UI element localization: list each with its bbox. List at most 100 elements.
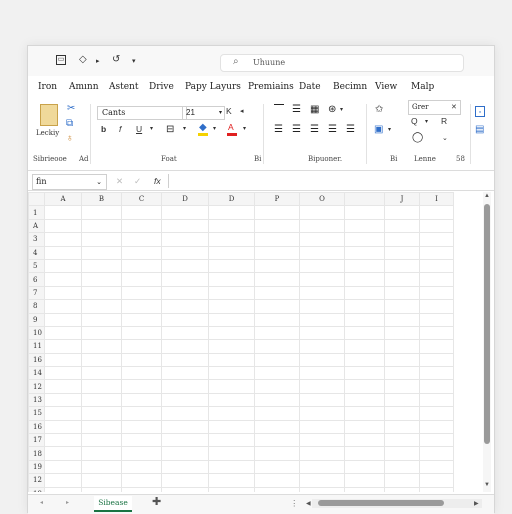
cell[interactable] xyxy=(344,392,385,408)
cell[interactable] xyxy=(299,366,345,381)
cell[interactable] xyxy=(121,232,162,247)
cell[interactable] xyxy=(419,459,454,475)
cell[interactable] xyxy=(384,272,420,287)
cell[interactable] xyxy=(121,446,162,461)
cell[interactable] xyxy=(161,245,209,260)
cell[interactable] xyxy=(299,245,345,260)
cell[interactable] xyxy=(384,232,420,247)
enter-icon[interactable]: ✓ xyxy=(134,176,141,187)
cell[interactable] xyxy=(254,433,300,448)
cell[interactable] xyxy=(299,446,345,461)
cell[interactable] xyxy=(81,312,122,327)
cell[interactable] xyxy=(419,446,454,461)
tab-insert[interactable]: Amınn xyxy=(69,82,99,92)
row-header[interactable]: 12 xyxy=(28,473,45,488)
cell[interactable] xyxy=(299,218,345,234)
cell[interactable] xyxy=(208,446,255,461)
cell[interactable] xyxy=(161,312,209,327)
bold-button[interactable]: b xyxy=(101,124,106,135)
cell[interactable] xyxy=(419,299,454,314)
cell[interactable] xyxy=(161,366,209,381)
font-size-select[interactable]: 21 ▾ xyxy=(182,106,225,120)
scroll-left-icon[interactable]: ◀ xyxy=(306,500,311,507)
cell[interactable] xyxy=(81,379,122,394)
cell[interactable] xyxy=(44,433,82,448)
cell[interactable] xyxy=(254,352,300,368)
sheet-tab-active[interactable]: Sibease xyxy=(94,496,132,512)
row-header[interactable]: 16 xyxy=(28,419,45,435)
cell[interactable] xyxy=(44,312,82,327)
cell[interactable] xyxy=(344,205,385,220)
cell[interactable] xyxy=(419,205,454,220)
paste-icon[interactable] xyxy=(40,104,58,126)
horizontal-scroll-thumb[interactable] xyxy=(318,500,444,506)
cell[interactable] xyxy=(161,325,209,341)
cell[interactable] xyxy=(254,258,300,274)
cell[interactable] xyxy=(299,285,345,301)
cell[interactable] xyxy=(44,379,82,394)
cell[interactable] xyxy=(81,446,122,461)
scroll-down-icon[interactable]: ▼ xyxy=(484,482,490,488)
cell[interactable] xyxy=(254,406,300,421)
cell[interactable] xyxy=(81,406,122,421)
cell[interactable] xyxy=(121,339,162,354)
vertical-scroll-thumb[interactable] xyxy=(484,204,490,444)
cell[interactable] xyxy=(254,446,300,461)
cell[interactable] xyxy=(344,218,385,234)
cell[interactable] xyxy=(344,433,385,448)
cell[interactable] xyxy=(344,419,385,435)
cell[interactable] xyxy=(121,486,162,492)
cell[interactable] xyxy=(161,218,209,234)
cell[interactable] xyxy=(44,459,82,475)
chevron-down-icon[interactable]: ▾ xyxy=(213,124,216,135)
search-box[interactable]: ⌕ Uhuune xyxy=(220,54,464,72)
cell[interactable] xyxy=(419,379,454,394)
cell[interactable] xyxy=(254,299,300,314)
cell[interactable] xyxy=(121,218,162,234)
cell[interactable] xyxy=(344,232,385,247)
cell[interactable] xyxy=(254,473,300,488)
add-sheet-icon[interactable]: ✚ xyxy=(152,497,161,508)
cell[interactable] xyxy=(44,419,82,435)
cell[interactable] xyxy=(254,312,300,327)
column-header[interactable]: A xyxy=(44,192,82,207)
cell[interactable] xyxy=(44,473,82,488)
more-options-icon[interactable]: ⋮ xyxy=(290,498,299,509)
cell[interactable] xyxy=(44,299,82,314)
cell[interactable] xyxy=(384,339,420,354)
cell[interactable] xyxy=(384,446,420,461)
cell[interactable] xyxy=(254,245,300,260)
row-header[interactable]: A xyxy=(28,218,45,234)
cell[interactable] xyxy=(161,258,209,274)
cell[interactable] xyxy=(419,352,454,368)
cell[interactable] xyxy=(384,366,420,381)
cell[interactable] xyxy=(254,272,300,287)
cell[interactable] xyxy=(384,486,420,492)
chevron-down-icon[interactable]: ▾ xyxy=(243,124,246,135)
cell[interactable] xyxy=(81,272,122,287)
cell[interactable] xyxy=(254,419,300,435)
cut-icon[interactable]: ✂ xyxy=(67,103,75,114)
cell[interactable] xyxy=(208,272,255,287)
cell[interactable] xyxy=(384,312,420,327)
cell[interactable] xyxy=(161,379,209,394)
tab-home[interactable]: Iron xyxy=(38,82,57,92)
cell[interactable] xyxy=(81,459,122,475)
cell[interactable] xyxy=(208,325,255,341)
touch-mode-icon[interactable]: ◇ xyxy=(79,54,87,66)
cell[interactable] xyxy=(81,473,122,488)
paste-label[interactable]: Leckiy xyxy=(36,128,59,139)
format-painter-icon[interactable]: ♁ xyxy=(66,133,74,144)
cell[interactable] xyxy=(81,245,122,260)
cell[interactable] xyxy=(384,352,420,368)
cell[interactable] xyxy=(419,285,454,301)
cell[interactable] xyxy=(161,392,209,408)
row-header[interactable]: 18 xyxy=(28,446,45,461)
cell[interactable] xyxy=(44,366,82,381)
cell[interactable] xyxy=(121,392,162,408)
cell[interactable] xyxy=(384,406,420,421)
cell[interactable] xyxy=(384,245,420,260)
cell[interactable] xyxy=(161,299,209,314)
cell[interactable] xyxy=(384,473,420,488)
cell[interactable] xyxy=(81,258,122,274)
